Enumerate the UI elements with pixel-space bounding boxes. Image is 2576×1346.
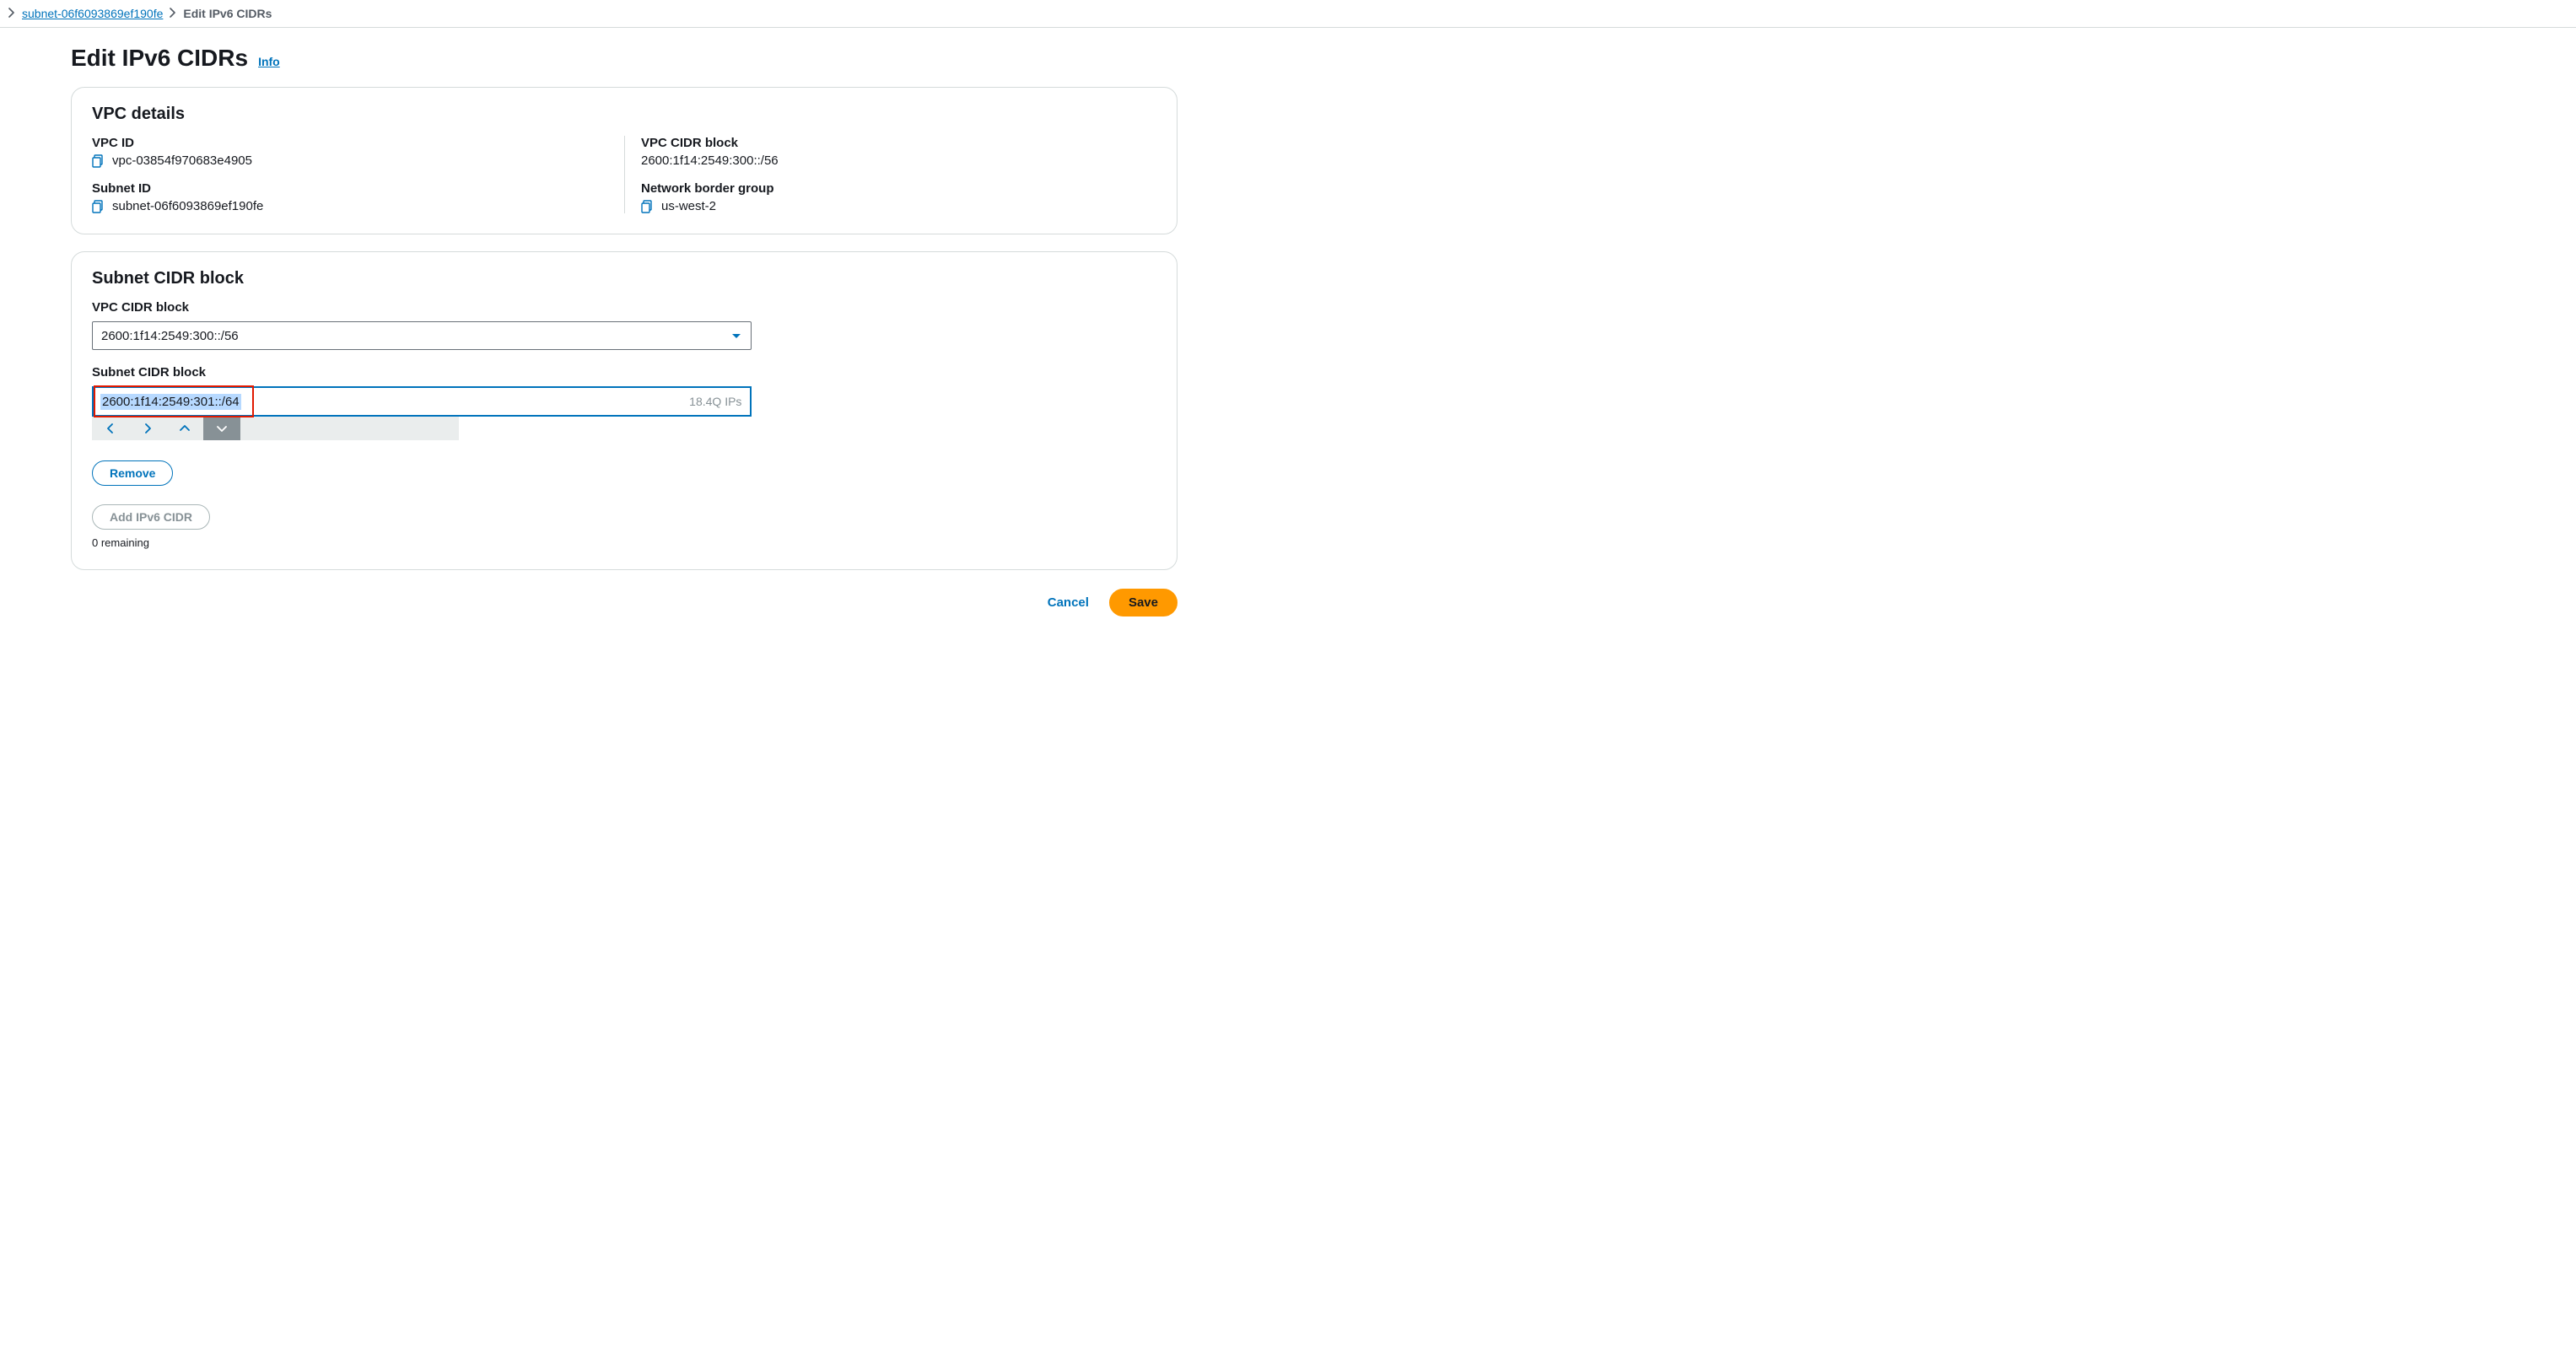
info-link[interactable]: Info <box>258 55 280 68</box>
vpc-id-label: VPC ID <box>92 136 607 150</box>
copy-icon[interactable] <box>92 200 105 213</box>
page-title: Edit IPv6 CIDRs <box>71 45 248 72</box>
vpc-details-panel: VPC details VPC ID vpc-03854f970683e4905… <box>71 87 1178 234</box>
save-button[interactable]: Save <box>1109 589 1178 616</box>
breadcrumb-current: Edit IPv6 CIDRs <box>183 7 272 20</box>
cancel-button[interactable]: Cancel <box>1043 589 1094 616</box>
ip-count: 18.4Q IPs <box>689 395 750 408</box>
arrow-down-button[interactable] <box>203 417 240 440</box>
copy-icon[interactable] <box>92 154 105 168</box>
subnet-cidr-panel: Subnet CIDR block VPC CIDR block 2600:1f… <box>71 251 1178 570</box>
chevron-right-icon <box>170 7 176 20</box>
remove-button[interactable]: Remove <box>92 460 173 486</box>
subnet-cidr-panel-title: Subnet CIDR block <box>92 269 1156 288</box>
vpc-id-value: vpc-03854f970683e4905 <box>112 153 252 168</box>
footer-actions: Cancel Save <box>71 589 1178 616</box>
subnet-cidr-input-value: 2600:1f14:2549:301::/64 <box>100 394 241 410</box>
nbg-value: us-west-2 <box>661 199 716 213</box>
vpc-cidr-select[interactable]: 2600:1f14:2549:300::/56 <box>92 321 752 350</box>
copy-icon[interactable] <box>641 200 655 213</box>
cidr-stepper <box>92 417 459 440</box>
arrow-up-button[interactable] <box>166 417 203 440</box>
subnet-cidr-input[interactable]: 2600:1f14:2549:301::/64 18.4Q IPs <box>92 386 752 417</box>
nbg-label: Network border group <box>641 181 1156 196</box>
remaining-text: 0 remaining <box>92 536 1156 549</box>
vpc-details-panel-title: VPC details <box>92 105 1156 124</box>
vpc-cidr-label: VPC CIDR block <box>641 136 1156 150</box>
subnet-id-value: subnet-06f6093869ef190fe <box>112 199 263 213</box>
subnet-id-label: Subnet ID <box>92 181 607 196</box>
arrow-left-button[interactable] <box>92 417 129 440</box>
vpc-cidr-value: 2600:1f14:2549:300::/56 <box>641 153 779 168</box>
add-ipv6-cidr-button[interactable]: Add IPv6 CIDR <box>92 504 210 530</box>
vpc-cidr-select-label: VPC CIDR block <box>92 300 1156 315</box>
vpc-cidr-select-value[interactable]: 2600:1f14:2549:300::/56 <box>92 321 752 350</box>
breadcrumb: subnet-06f6093869ef190fe Edit IPv6 CIDRs <box>0 0 2576 28</box>
page-header: Edit IPv6 CIDRs Info <box>71 45 1178 72</box>
breadcrumb-parent-link[interactable]: subnet-06f6093869ef190fe <box>22 7 163 20</box>
subnet-cidr-input-label: Subnet CIDR block <box>92 365 1156 380</box>
chevron-right-icon <box>8 7 15 20</box>
arrow-right-button[interactable] <box>129 417 166 440</box>
